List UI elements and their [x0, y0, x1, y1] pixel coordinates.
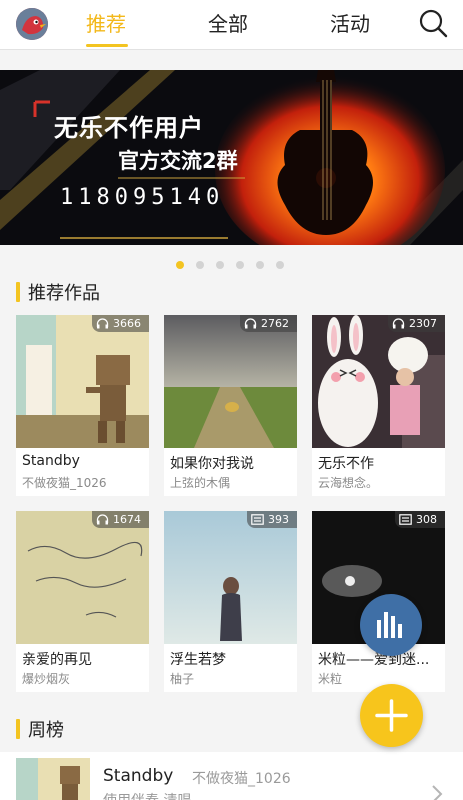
listen-count-badge: 308	[395, 511, 445, 528]
tab-activities[interactable]: 活动	[330, 8, 370, 37]
carousel-indicator	[176, 261, 284, 269]
work-cover-image	[312, 315, 445, 448]
banner-group-number: 118095140	[60, 185, 225, 210]
weekly-cover-image	[16, 758, 90, 800]
weekly-item-subtitle: 使用伴奏 清唱	[103, 790, 191, 800]
weekly-item-author[interactable]: 不做夜猫_1026	[192, 768, 291, 788]
work-cover-image	[164, 315, 297, 448]
work-card[interactable]: 2307 无乐不作 云海想念。	[312, 315, 445, 496]
work-author[interactable]: 柚子	[170, 670, 194, 687]
weekly-list-item[interactable]: Standby 不做夜猫_1026 使用伴奏 清唱	[0, 752, 463, 800]
user-avatar[interactable]	[16, 8, 48, 40]
section-accent-bar	[16, 719, 20, 739]
work-card[interactable]: 1674 亲爱的再见 爆炒烟灰	[16, 511, 149, 692]
listen-count-badge: 3666	[92, 315, 149, 332]
listen-count: 2307	[409, 317, 437, 330]
work-author[interactable]: 不做夜猫_1026	[22, 474, 107, 491]
work-card[interactable]: 2762 如果你对我说 上弦的木偶	[164, 315, 297, 496]
work-title: Standby	[22, 453, 80, 469]
tab-active-indicator	[86, 44, 128, 47]
work-title: 无乐不作	[318, 456, 374, 472]
listen-count: 3666	[113, 317, 141, 330]
work-cover-image	[16, 511, 149, 644]
listen-count: 1674	[113, 513, 141, 526]
listen-count: 2762	[261, 317, 289, 330]
top-nav-bar: 推荐 全部 活动	[0, 0, 463, 50]
listen-count-badge: 2762	[240, 315, 297, 332]
work-cover-image	[16, 315, 149, 448]
headphones-icon	[392, 318, 405, 329]
work-author[interactable]: 爆炒烟灰	[22, 670, 70, 687]
section-title: 推荐作品	[28, 283, 100, 304]
listen-count: 308	[416, 513, 437, 526]
article-icon	[399, 514, 412, 525]
work-title: 亲爱的再见	[22, 652, 92, 668]
work-author[interactable]: 云海想念。	[318, 474, 378, 491]
tab-recommend[interactable]: 推荐	[86, 8, 126, 37]
work-author[interactable]: 上弦的木偶	[170, 474, 230, 491]
plus-icon	[375, 699, 408, 732]
player-stats-button[interactable]	[360, 594, 422, 656]
listen-count: 393	[268, 513, 289, 526]
carousel-dot[interactable]	[256, 261, 264, 269]
work-card[interactable]: 3666 Standby 不做夜猫_1026	[16, 315, 149, 496]
listen-count-badge: 2307	[388, 315, 445, 332]
chevron-right-icon[interactable]	[430, 784, 444, 800]
headphones-icon	[96, 318, 109, 329]
tab-all[interactable]: 全部	[208, 8, 248, 37]
section-accent-bar	[16, 282, 20, 302]
work-title: 如果你对我说	[170, 456, 254, 472]
headphones-icon	[244, 318, 257, 329]
carousel-dot[interactable]	[216, 261, 224, 269]
section-title: 周榜	[28, 720, 64, 741]
carousel-dot[interactable]	[276, 261, 284, 269]
recommended-section-header: 推荐作品	[16, 281, 100, 304]
listen-count-badge: 393	[247, 511, 297, 528]
work-author[interactable]: 米粒	[318, 670, 342, 687]
weekly-item-title: Standby	[103, 766, 174, 786]
carousel-dot[interactable]	[236, 261, 244, 269]
work-card[interactable]: 393 浮生若梦 柚子	[164, 511, 297, 692]
work-cover-image	[164, 511, 297, 644]
work-title: 浮生若梦	[170, 652, 226, 668]
search-icon[interactable]	[418, 8, 448, 38]
sound-bars-icon	[377, 612, 402, 638]
weekly-section-header: 周榜	[16, 718, 64, 741]
article-icon	[251, 514, 264, 525]
banner-title: 无乐不作用户	[54, 114, 204, 142]
carousel-dot[interactable]	[196, 261, 204, 269]
promo-banner[interactable]: 无乐不作用户 官方交流2群 118095140	[0, 70, 463, 245]
add-button[interactable]	[360, 684, 423, 747]
headphones-icon	[96, 514, 109, 525]
carousel-dot[interactable]	[176, 261, 184, 269]
banner-subtitle: 官方交流2群	[118, 149, 238, 173]
listen-count-badge: 1674	[92, 511, 149, 528]
